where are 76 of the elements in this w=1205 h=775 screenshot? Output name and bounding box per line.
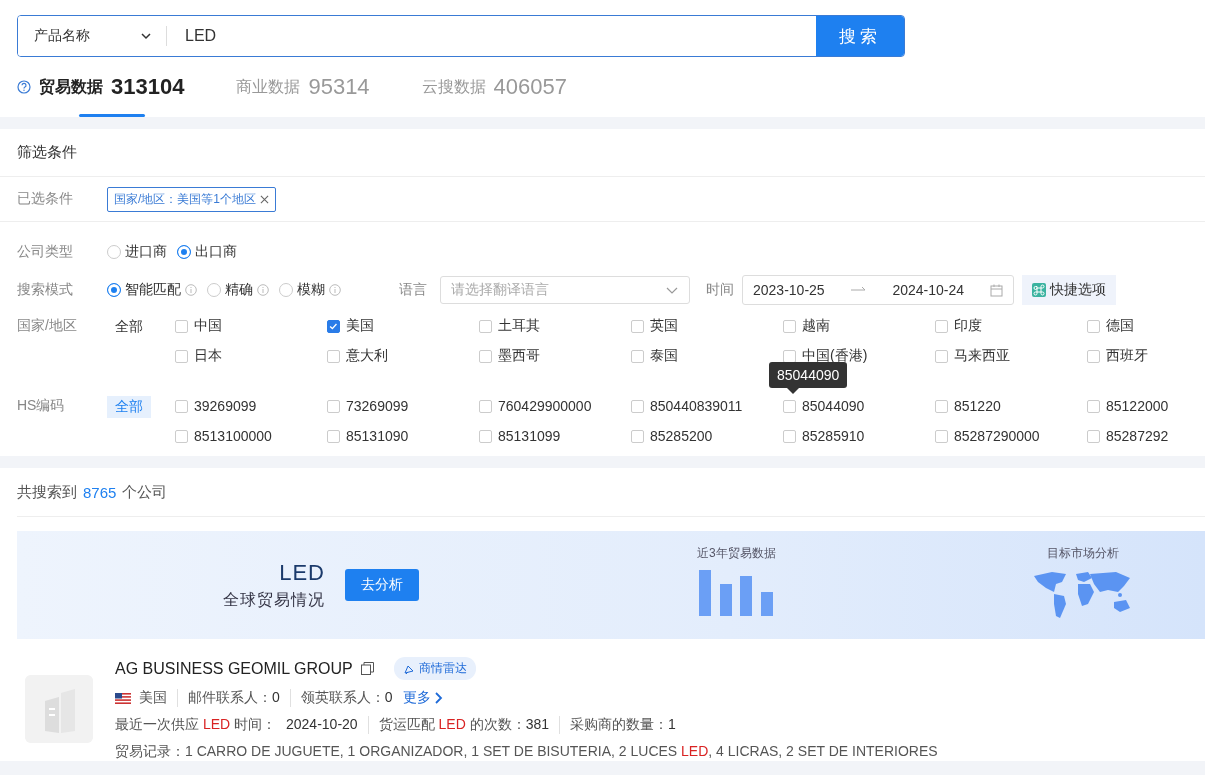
checkbox-option[interactable]: 85122000: [1087, 396, 1205, 416]
checkbox-option[interactable]: 意大利: [327, 346, 479, 366]
checkbox-option[interactable]: 760429900000: [479, 396, 631, 416]
info-icon: [329, 284, 341, 296]
checkbox-option[interactable]: 85287292: [1087, 426, 1205, 446]
all-option[interactable]: 全部: [107, 396, 151, 418]
copy-icon: [360, 662, 374, 675]
buyer-count-text: 采购商的数量：1: [559, 716, 686, 734]
checkbox-option[interactable]: 马来西亚: [935, 346, 1087, 366]
filter-label: 公司类型: [17, 243, 74, 261]
checkbox-option[interactable]: 印度: [935, 316, 1087, 336]
checkbox-option[interactable]: 土耳其: [479, 316, 631, 336]
filter-label: 语言: [399, 281, 427, 299]
radar-tag[interactable]: 商情雷达: [393, 657, 476, 680]
date-range-field[interactable]: 2023-10-25 2024-10-24: [742, 275, 1014, 305]
calendar-icon: [989, 283, 1003, 297]
close-icon: [260, 194, 269, 204]
last-supply-text: 最近一次供应 LED 时间： 2024-10-20: [115, 716, 359, 734]
data-tab[interactable]: 贸易数据 313104: [39, 57, 185, 117]
trade-data-label: 近3年贸易数据: [697, 545, 776, 562]
radio-option[interactable]: 出口商: [177, 243, 237, 261]
linkedin-contacts-text: 领英联系人：0: [289, 689, 403, 707]
filter-label: 国家/地区: [17, 316, 78, 335]
radio-option[interactable]: 模糊: [279, 281, 325, 299]
analyze-button[interactable]: 去分析: [345, 569, 419, 601]
checkbox-option[interactable]: 德国: [1087, 316, 1205, 336]
checkbox-option[interactable]: 中国: [175, 316, 327, 336]
trade-records-text: 贸易记录：1 CARRO DE JUGUETE, 1 ORGANIZADOR, 1 SET DE BISUTERIA, 2 LUCES LED, 4 LICRAS, 2 SET DE INTERIORES: [115, 743, 938, 761]
filter-title: 筛选条件: [0, 129, 1205, 177]
checkbox-option[interactable]: 85131099: [479, 426, 631, 446]
checkbox-option[interactable]: 英国: [631, 316, 783, 336]
market-analysis-label: 目标市场分析: [1047, 545, 1119, 562]
checkbox-option[interactable]: 美国: [327, 316, 479, 336]
checkbox-option[interactable]: 85131090: [327, 426, 479, 446]
checkbox-option[interactable]: 墨西哥: [479, 346, 631, 366]
command-icon: [1032, 283, 1046, 297]
checkbox-option[interactable]: 8513100000: [175, 426, 327, 446]
search-button[interactable]: 搜索: [816, 16, 904, 56]
checkbox-option[interactable]: 73269099: [327, 396, 479, 416]
checkbox-option[interactable]: 851220: [935, 396, 1087, 416]
help-icon: [17, 80, 31, 94]
banner-keyword: LED: [279, 559, 325, 586]
chevron-right-icon: [434, 692, 443, 704]
checkbox-option[interactable]: 西班牙: [1087, 346, 1205, 366]
checkbox-option[interactable]: 850440839011: [631, 396, 783, 416]
checkbox-option[interactable]: 85287290000: [935, 426, 1087, 446]
chevron-down-icon: [140, 30, 152, 42]
checkbox-option[interactable]: 越南: [783, 316, 935, 336]
filter-label: 搜索模式: [17, 281, 74, 299]
company-country: 美国: [139, 689, 167, 707]
bar-chart-icon: [699, 570, 774, 616]
email-contacts-text: 邮件联系人：0: [177, 689, 290, 707]
filter-label: HS编码: [17, 396, 66, 415]
radio-option[interactable]: 智能匹配: [107, 281, 181, 299]
radio-option[interactable]: 进口商: [107, 243, 167, 261]
radio-option[interactable]: 精确: [207, 281, 253, 299]
all-option[interactable]: 全部: [107, 316, 151, 338]
company-name[interactable]: AG BUSINESS GEOMIL GROUP: [115, 659, 353, 678]
checkbox-option[interactable]: 85285910: [783, 426, 935, 446]
arrow-right-icon: [850, 286, 867, 294]
flag-icon: [115, 692, 131, 704]
checkbox-option[interactable]: 39269099: [175, 396, 327, 416]
quick-options-button[interactable]: 快捷选项: [1022, 275, 1116, 305]
selected-filter-tag[interactable]: 国家/地区：美国等1个地区: [107, 186, 276, 212]
shipment-count-text: 货运匹配 LED 的次数：381: [367, 716, 559, 734]
info-icon: [257, 284, 269, 296]
tooltip-arrow-icon: [787, 388, 799, 394]
results-count-text: 共搜索到 8765 个公司: [17, 468, 1205, 517]
filter-label: 时间: [706, 281, 734, 299]
more-link[interactable]: 更多: [402, 689, 453, 707]
checkbox-option[interactable]: 日本: [175, 346, 327, 366]
search-field[interactable]: 产品名称 LED 搜索: [17, 15, 905, 57]
banner-subtitle: 全球贸易情况: [223, 589, 325, 610]
filter-label: 已选条件: [17, 190, 74, 208]
info-icon: [185, 284, 197, 296]
checkbox-option[interactable]: 85285200: [631, 426, 783, 446]
